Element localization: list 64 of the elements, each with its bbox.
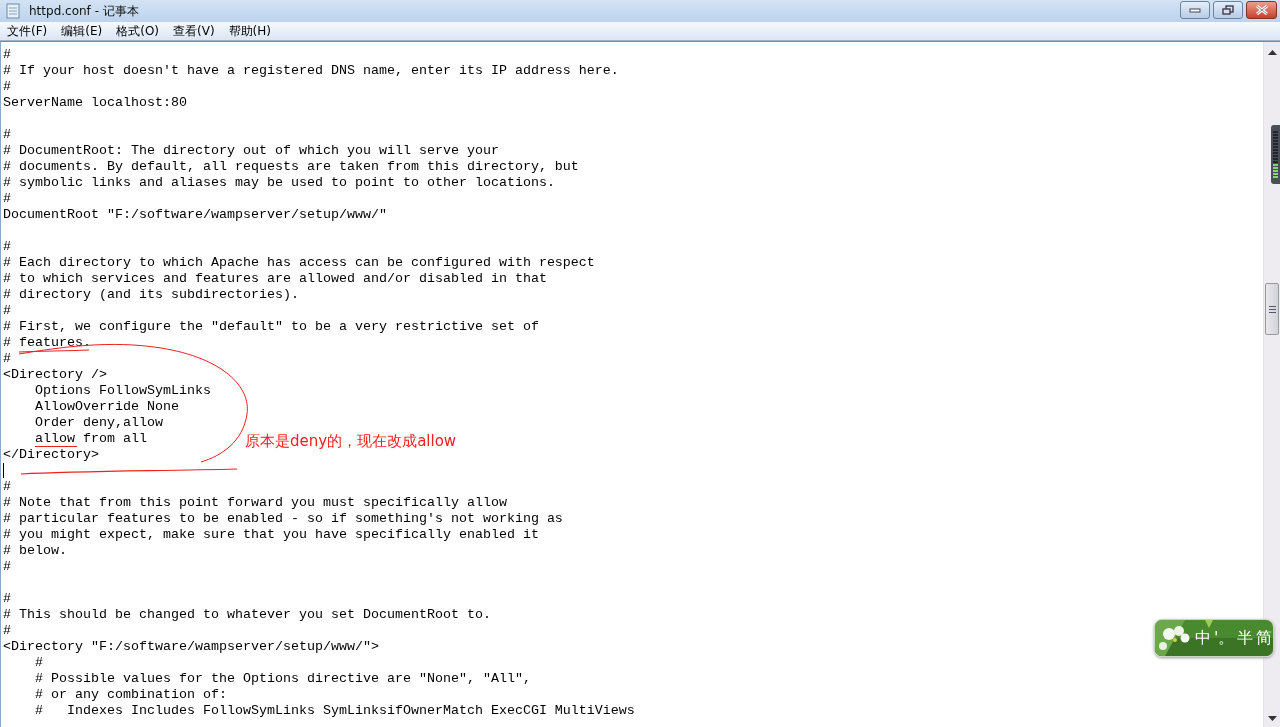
code-line: <Directory "F:/software/wampserver/setup/www/"> — [3, 640, 379, 653]
code-line: # particular features to be enabled - so if something's not working as — [3, 512, 563, 525]
close-button[interactable] — [1246, 1, 1277, 19]
scroll-up-icon[interactable] — [1267, 50, 1277, 55]
ime-status-bar[interactable]: 中 '。 半 简 — [1154, 619, 1274, 657]
underline-mark — [34, 446, 78, 447]
window-title: httpd.conf - 记事本 — [29, 2, 140, 20]
ime-toggle[interactable]: 中 — [1195, 627, 1211, 649]
ime-toggle[interactable]: 简 — [1256, 627, 1273, 649]
code-line: # — [34, 656, 43, 669]
code-line: # If your host doesn't have a registered DNS name, enter its IP address here. — [3, 64, 619, 77]
underline-mark — [18, 349, 90, 353]
restore-button[interactable] — [1213, 1, 1243, 19]
code-line: # or any combination of: — [34, 688, 227, 701]
code-line: # to which services and features are allowed and/or disabled in that — [3, 272, 547, 285]
code-line: # — [3, 352, 11, 365]
code-line: # directory (and its subdirectories). — [3, 288, 299, 301]
code-line: <Directory /> — [3, 368, 107, 381]
code-line: # you might expect, make sure that you have specifically enabled it — [3, 528, 539, 541]
code-line: </Directory> — [3, 448, 99, 461]
code-line: # — [3, 560, 11, 573]
code-line: # — [3, 240, 11, 253]
ime-toggle[interactable]: 半 — [1237, 627, 1254, 649]
code-line: # — [3, 304, 11, 317]
code-line: ServerName localhost:80 — [3, 96, 187, 109]
menu-item[interactable]: 查看(V) — [168, 22, 220, 40]
code-line: # documents. By default, all requests are taken from this directory, but — [3, 160, 579, 173]
close-icon — [1254, 5, 1269, 15]
code-line: DocumentRoot "F:/software/wampserver/setup/www/" — [3, 208, 387, 221]
code-line: # — [3, 48, 11, 61]
code-line: # — [3, 80, 11, 93]
code-line: # — [3, 624, 11, 637]
code-line: # This should be changed to whatever you set DocumentRoot to. — [3, 608, 491, 621]
code-line: # First, we configure the "default" to be a very restrictive set of — [3, 320, 539, 333]
notepad-icon — [5, 3, 21, 19]
minimize-button[interactable] — [1180, 1, 1210, 19]
scroll-thumb[interactable] — [1265, 283, 1279, 335]
code-line: # — [3, 192, 11, 205]
minimize-icon — [1189, 6, 1201, 14]
annotation-note: 原本是deny的，现在改成allow — [245, 432, 457, 451]
code-line: # DocumentRoot: The directory out of which you will serve your — [3, 144, 499, 157]
menu-item[interactable]: 格式(O) — [111, 22, 165, 40]
code-line: # symbolic links and aliases may be used to point to other locations. — [3, 176, 555, 189]
code-line: AllowOverride None — [34, 400, 179, 413]
code-line: # Indexes Includes FollowSymLinks SymLinksifOwnerMatch ExecCGI MultiViews — [34, 704, 635, 717]
menu-item[interactable]: 编辑(E) — [56, 22, 108, 40]
restore-icon — [1222, 5, 1234, 15]
code-line: # Note that from this point forward you must specifically allow — [3, 496, 507, 509]
code-line: Order deny,allow — [34, 416, 163, 429]
code-line: # Each directory to which Apache has access can be configured with respect — [3, 256, 595, 269]
menu-item[interactable]: 帮助(H) — [223, 22, 276, 40]
ime-toggle[interactable]: '。 — [1214, 627, 1235, 649]
meter-widget-icon[interactable] — [1271, 125, 1280, 184]
code-line: # below. — [3, 544, 67, 557]
code-line: # Possible values for the Options directive are "None", "All", — [34, 672, 531, 685]
code-line: Options FollowSymLinks — [34, 384, 211, 397]
code-line: # — [3, 480, 11, 493]
code-line: # — [3, 592, 11, 605]
code-line: allow from all — [34, 432, 147, 445]
menu-item[interactable]: 文件(F) — [2, 22, 53, 40]
code-line: # features. — [3, 336, 91, 349]
text-caret — [3, 463, 4, 478]
code-line: # — [3, 128, 11, 141]
scroll-down-icon[interactable] — [1267, 716, 1277, 721]
